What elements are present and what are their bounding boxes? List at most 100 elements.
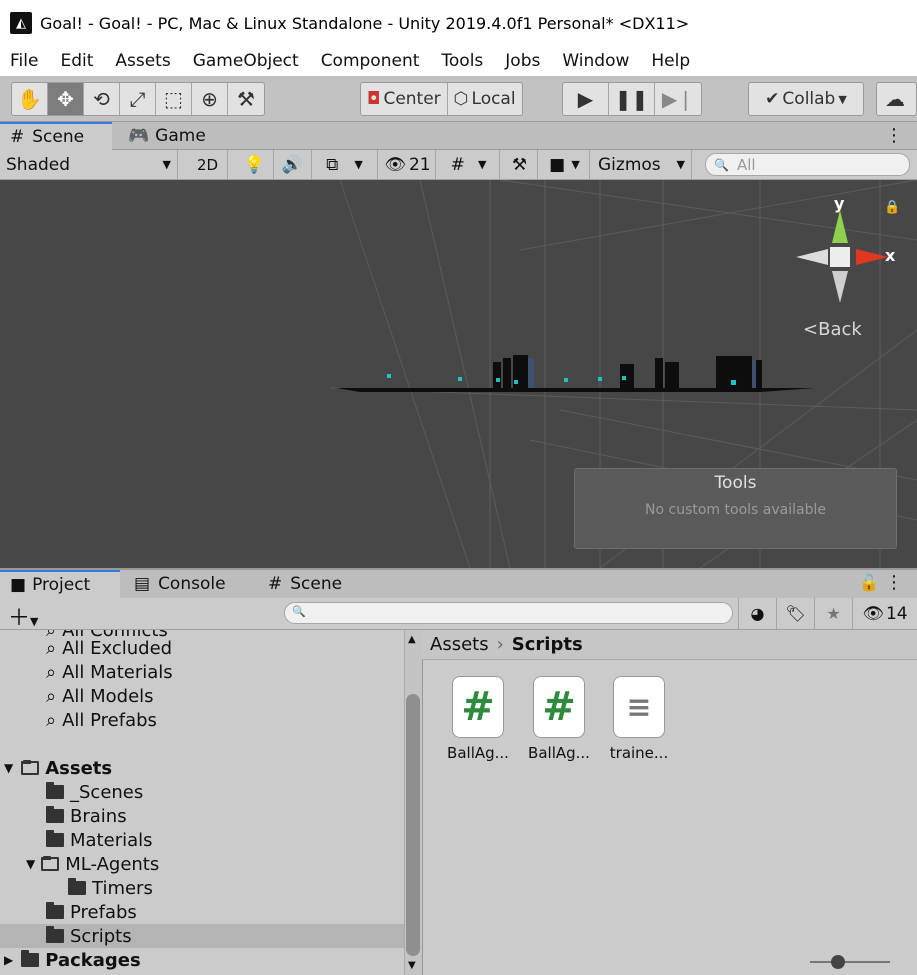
scroll-down-icon[interactable]: ▼ (408, 960, 416, 971)
play-button[interactable]: ▶ (563, 83, 609, 115)
grid-dropdown[interactable]: # ▼ (438, 150, 500, 179)
icon-size-slider[interactable] (808, 952, 892, 972)
cloud-icon: ☁ (885, 87, 905, 111)
breadcrumb-scripts[interactable]: Scripts (512, 634, 583, 655)
window-title: Goal! - Goal! - PC, Mac & Linux Standalo… (40, 13, 690, 33)
move-tool-icon[interactable]: ✥ (48, 83, 84, 115)
tree-item-all-excluded[interactable]: ⌕ All Excluded (46, 636, 172, 660)
menu-edit[interactable]: Edit (60, 51, 93, 71)
collab-button[interactable]: ✔ Collab ▼ (748, 82, 864, 116)
chevron-down-icon[interactable]: ▼ (26, 857, 35, 871)
tree-item-assets[interactable]: ▼ Assets (4, 756, 112, 780)
lock-icon[interactable]: 🔓 (859, 573, 879, 592)
chevron-down-icon: ▼ (354, 158, 363, 171)
project-folder-tree: ⌕ All Conflicts ⌕ All Excluded ⌕ All Materi… (0, 630, 404, 975)
hidden-packages-toggle[interactable]: 👁 14 (852, 598, 917, 629)
tab-scene-label: Scene (32, 127, 85, 147)
cloud-button[interactable]: ☁ (876, 82, 917, 116)
asset-item[interactable]: ≡ traine... (601, 676, 677, 762)
more-options-icon[interactable]: ⋮ (885, 125, 903, 146)
tree-item-all-prefabs[interactable]: ⌕ All Prefabs (46, 708, 157, 732)
menu-window[interactable]: Window (562, 51, 629, 71)
menu-jobs[interactable]: Jobs (505, 51, 540, 71)
breadcrumb-assets[interactable]: Assets (430, 634, 489, 655)
project-search-input[interactable]: 🔍 (284, 602, 733, 624)
eye-slash-icon: 👁 (384, 154, 406, 175)
filter-type-icon[interactable]: ◕ (738, 598, 776, 629)
console-icon: ▤ (134, 574, 151, 594)
tree-item-prefabs[interactable]: Prefabs (46, 900, 137, 924)
tree-item-timers[interactable]: Timers (68, 876, 153, 900)
pivot-center-button[interactable]: ◘ Center (361, 83, 448, 115)
step-button[interactable]: ▶❘ (655, 83, 701, 115)
csharp-script-icon: # (452, 676, 504, 738)
hidden-objects-count: 21 (408, 154, 431, 175)
camera-dropdown[interactable]: ■ ▼ (540, 150, 590, 179)
tree-item-ml-agents[interactable]: ▼ ML-Agents (26, 852, 159, 876)
transform-tool-icon[interactable]: ⊕ (192, 83, 228, 115)
pause-button[interactable]: ❚❚ (609, 83, 655, 115)
effects-dropdown[interactable]: ⧉ ▼ (312, 150, 378, 179)
shading-mode-dropdown[interactable]: Shaded ▼ (0, 150, 178, 179)
tab-scene-bottom[interactable]: # Scene (258, 570, 368, 598)
chevron-down-icon[interactable]: ▼ (4, 761, 13, 775)
folder-open-icon (21, 760, 40, 775)
chevron-right-icon[interactable]: ▶ (4, 953, 13, 967)
view-back-label[interactable]: <Back (803, 319, 862, 340)
tree-item-all-materials[interactable]: ⌕ All Materials (46, 660, 173, 684)
gizmos-dropdown[interactable]: Gizmos ▼ (592, 150, 692, 179)
chevron-down-icon: ▼ (571, 158, 580, 171)
breadcrumb: Assets › Scripts (422, 630, 917, 660)
collab-dropdown[interactable]: ✔ Collab ▼ (749, 83, 863, 115)
menu-file[interactable]: File (10, 51, 38, 71)
component-tools-icon[interactable]: ⚒ (502, 150, 538, 179)
chevron-down-icon: ▼ (838, 92, 847, 106)
custom-tool-icon[interactable]: ⚒ (228, 83, 264, 115)
tree-item-materials[interactable]: Materials (46, 828, 153, 852)
rect-tool-icon[interactable]: ⬚ (156, 83, 192, 115)
menu-gameobject[interactable]: GameObject (193, 51, 299, 71)
tools-overlay-title: Tools (714, 473, 757, 493)
asset-item[interactable]: # BallAg... (440, 676, 516, 762)
menu-tools[interactable]: Tools (441, 51, 483, 71)
tab-project[interactable]: ■ Project (0, 570, 120, 598)
tab-scene[interactable]: # Scene (0, 122, 112, 150)
main-toolbar: ✋ ✥ ⟲ ⤢ ⬚ ⊕ ⚒ ◘ Center ⬡ Local ▶ ❚❚ ▶❘ ✔… (0, 76, 917, 122)
tree-item-brains[interactable]: Brains (46, 804, 127, 828)
folder-icon (46, 902, 64, 919)
toggle-2d-button[interactable]: 2D (188, 150, 228, 179)
slider-thumb[interactable] (831, 955, 845, 969)
tree-item-packages[interactable]: ▶ Packages (4, 948, 141, 972)
scene-search-placeholder: All (736, 155, 756, 174)
tree-item-scripts[interactable]: Scripts (0, 924, 404, 948)
scale-tool-icon[interactable]: ⤢ (120, 83, 156, 115)
gizmos-label: Gizmos (598, 154, 661, 175)
hidden-objects-toggle[interactable]: 👁 21 (380, 150, 436, 179)
pivot-local-button[interactable]: ⬡ Local (448, 83, 522, 115)
rotate-tool-icon[interactable]: ⟲ (84, 83, 120, 115)
tab-game[interactable]: 🎮 Game (118, 122, 218, 150)
menu-assets[interactable]: Assets (115, 51, 170, 71)
favorite-star-icon[interactable]: ★ (814, 598, 852, 629)
scene-search-input[interactable]: 🔍 All (705, 153, 910, 176)
menu-help[interactable]: Help (651, 51, 690, 71)
asset-item[interactable]: # BallAg... (521, 676, 597, 762)
hidden-packages-count: 14 (885, 603, 908, 624)
tree-item-scenes[interactable]: _Scenes (46, 780, 143, 804)
lighting-icon[interactable]: 💡 (236, 150, 274, 179)
scroll-up-icon[interactable]: ▲ (408, 634, 416, 645)
grid-icon: # (268, 574, 283, 594)
hand-tool-icon[interactable]: ✋ (12, 83, 48, 115)
more-options-icon[interactable]: ⋮ (885, 572, 903, 593)
tree-item-all-models[interactable]: ⌕ All Models (46, 684, 154, 708)
audio-icon[interactable]: 🔊 (274, 150, 312, 179)
lock-icon[interactable]: 🔒 (884, 200, 900, 215)
tree-scrollbar-thumb[interactable] (406, 694, 420, 956)
menu-component[interactable]: Component (321, 51, 420, 71)
create-add-icon[interactable]: ＋▼ (8, 600, 38, 632)
tab-console[interactable]: ▤ Console (124, 570, 254, 598)
asset-name: BallAg... (447, 744, 509, 762)
filter-label-icon[interactable]: 🏷 (776, 598, 814, 629)
search-icon: ⌕ (46, 661, 57, 683)
folder-icon (46, 926, 64, 943)
